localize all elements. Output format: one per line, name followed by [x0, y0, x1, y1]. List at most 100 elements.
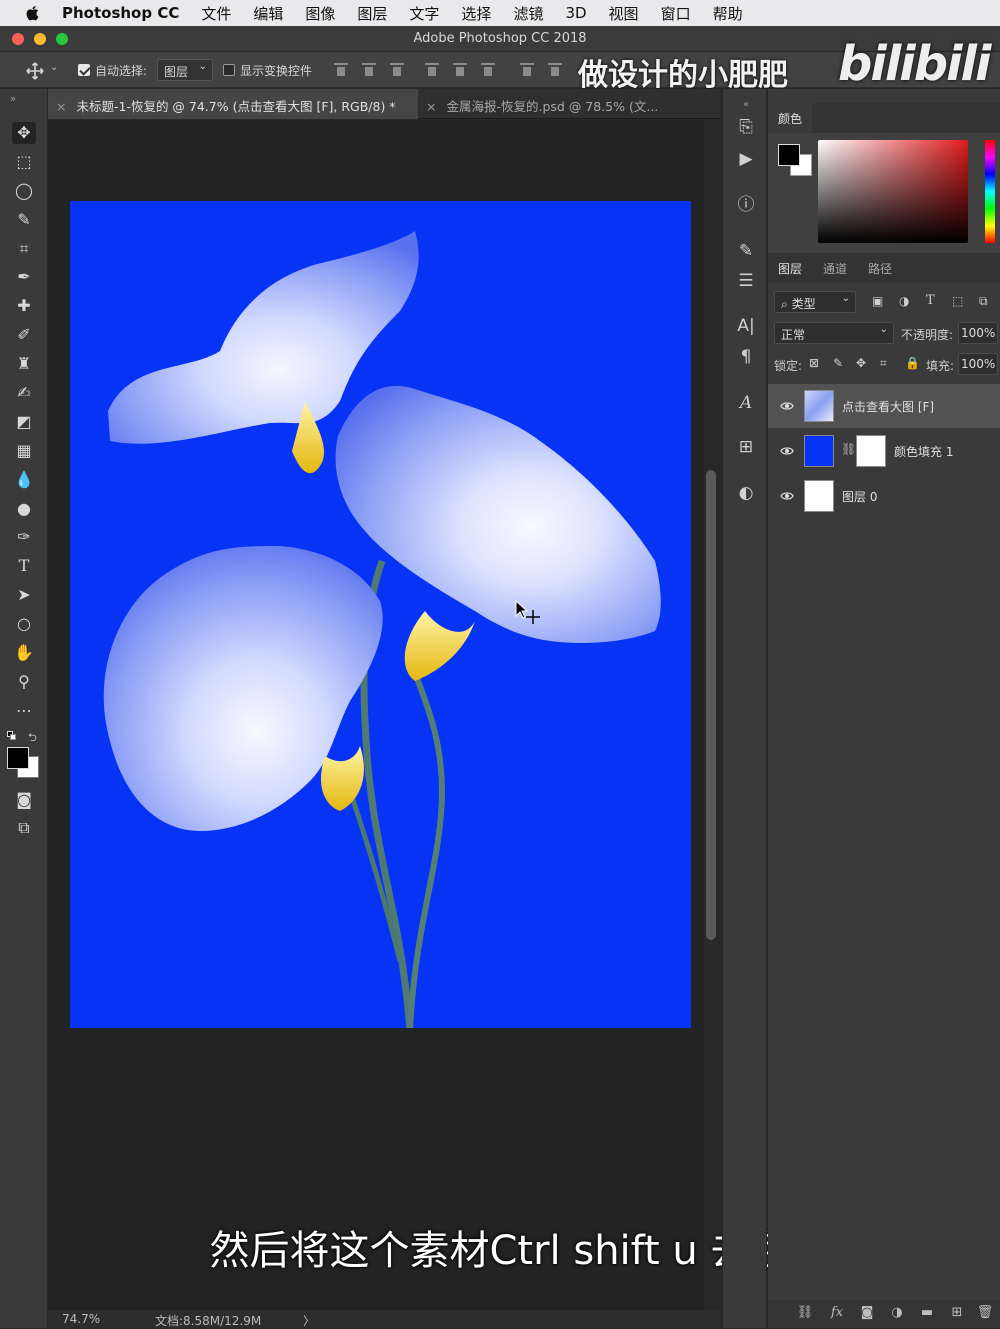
add-mask-icon[interactable]: ◙	[858, 1305, 876, 1323]
move-tool-preset-icon[interactable]	[26, 62, 44, 80]
type-tool-icon[interactable]: T	[12, 555, 36, 577]
pen-tool-icon[interactable]: ✑	[12, 526, 36, 548]
lasso-tool-icon[interactable]: ◯	[12, 180, 36, 202]
menu-layer[interactable]: 图层	[357, 3, 387, 24]
close-icon[interactable]: ×	[426, 99, 436, 114]
align-left-icon[interactable]	[425, 63, 439, 77]
distribute-top-icon[interactable]	[520, 63, 534, 77]
auto-select-dropdown[interactable]: 图层 ⌄	[157, 59, 213, 81]
glyphs-panel-icon[interactable]: A	[733, 391, 759, 415]
collapse-arrows-icon[interactable]: »	[6, 93, 20, 104]
delete-layer-icon[interactable]: 🗑	[976, 1305, 994, 1323]
distribute-center-icon[interactable]	[548, 63, 562, 77]
apple-logo-icon[interactable]	[24, 4, 42, 22]
tab-document-metal-poster[interactable]: × 金属海报-恢复的.psd @ 78.5% (文...	[418, 89, 720, 119]
quick-selection-tool-icon[interactable]: ✎	[12, 209, 36, 231]
canvas[interactable]	[70, 201, 691, 1028]
lock-image-icon[interactable]: ✎	[833, 356, 843, 370]
filter-shape-icon[interactable]: ⬚	[952, 294, 963, 308]
show-transform-checkbox[interactable]	[223, 64, 235, 76]
zoom-level[interactable]: 74.7%	[62, 1312, 100, 1326]
eraser-tool-icon[interactable]: ◩	[12, 411, 36, 433]
screen-mode-icon[interactable]: ⧉	[12, 817, 36, 839]
dodge-tool-icon[interactable]: ●	[12, 498, 36, 520]
blur-tool-icon[interactable]: 💧	[12, 469, 36, 491]
layer-row-layer-0[interactable]: 图层 0	[768, 474, 1000, 518]
align-horizontal-center-icon[interactable]	[453, 63, 467, 77]
filter-adjustment-icon[interactable]: ◑	[899, 294, 909, 308]
paragraph-panel-icon[interactable]: ¶	[733, 345, 759, 369]
info-panel-icon[interactable]: ⓘ	[733, 193, 759, 217]
lock-transparent-icon[interactable]: ⊠	[809, 356, 819, 370]
align-bottom-icon[interactable]	[390, 63, 404, 77]
status-menu-arrow[interactable]: 〉	[303, 1312, 315, 1329]
fill-color-thumbnail[interactable]	[804, 435, 834, 467]
visibility-eye-icon[interactable]	[780, 399, 794, 413]
brush-settings-panel-icon[interactable]: ✎	[733, 239, 759, 263]
link-layers-icon[interactable]: ⛓	[796, 1305, 814, 1323]
tab-paths[interactable]: 路径	[868, 260, 892, 277]
blend-mode-dropdown[interactable]: 正常 ⌄	[774, 322, 894, 344]
lock-all-icon[interactable]: 🔒	[905, 356, 920, 370]
character-panel-icon[interactable]: A|	[733, 314, 759, 338]
menu-type[interactable]: 文字	[409, 3, 439, 24]
marquee-tool-icon[interactable]: ⬚	[12, 151, 36, 173]
3d-panel-icon[interactable]: ⊞	[733, 435, 759, 459]
close-icon[interactable]: ×	[56, 99, 66, 114]
crop-tool-icon[interactable]: ⌗	[12, 238, 36, 260]
fill-field[interactable]: 100%	[958, 353, 998, 375]
foreground-color-swatch[interactable]	[7, 747, 29, 769]
layer-mask-thumbnail[interactable]	[856, 435, 886, 467]
align-right-icon[interactable]	[481, 63, 495, 77]
healing-brush-tool-icon[interactable]: ✚	[12, 295, 36, 317]
lock-position-icon[interactable]: ✥	[856, 356, 866, 370]
new-adjustment-layer-icon[interactable]: ◑	[888, 1305, 906, 1323]
chevron-down-icon[interactable]: ⌄	[50, 62, 58, 73]
path-selection-tool-icon[interactable]: ➤	[12, 584, 36, 606]
visibility-eye-icon[interactable]	[780, 444, 794, 458]
properties-panel-icon[interactable]: ◐	[733, 481, 759, 505]
filter-pixel-icon[interactable]: ▣	[872, 294, 883, 308]
clone-stamp-tool-icon[interactable]: ♜	[12, 353, 36, 375]
tab-document-untitled[interactable]: × 未标题-1-恢复的 @ 74.7% (点击查看大图 [F], RGB/8) *	[48, 89, 418, 119]
filter-smart-object-icon[interactable]: ⧉	[979, 294, 988, 309]
opacity-field[interactable]: 100%	[958, 322, 998, 344]
ellipse-tool-icon[interactable]: ○	[12, 613, 36, 635]
eyedropper-tool-icon[interactable]: ✒	[12, 266, 36, 288]
hue-slider[interactable]	[985, 140, 995, 243]
auto-select-checkbox[interactable]	[78, 64, 90, 76]
gradient-tool-icon[interactable]: ▦	[12, 440, 36, 462]
link-icon[interactable]: ⛓	[841, 442, 856, 456]
filter-type-icon[interactable]: T	[926, 293, 935, 308]
default-colors-icon[interactable]	[7, 731, 17, 741]
history-panel-icon[interactable]: ⎘	[733, 115, 759, 139]
lock-artboard-icon[interactable]: ⌗	[880, 356, 887, 371]
color-picker-field[interactable]	[818, 140, 968, 243]
layer-filter-dropdown[interactable]: ⌕ 类型 ⌄	[774, 291, 856, 313]
adjustments-panel-icon[interactable]: ☰	[733, 269, 759, 293]
layer-style-fx-icon[interactable]: fx	[828, 1305, 846, 1323]
quick-mask-icon[interactable]: ◙	[12, 789, 36, 811]
new-layer-icon[interactable]: ⊞	[948, 1305, 966, 1323]
align-vertical-center-icon[interactable]	[362, 63, 376, 77]
menu-window[interactable]: 窗口	[661, 3, 691, 24]
menu-select[interactable]: 选择	[461, 3, 491, 24]
align-top-icon[interactable]	[334, 63, 348, 77]
brush-tool-icon[interactable]: ✐	[12, 324, 36, 346]
menu-file[interactable]: 文件	[201, 3, 231, 24]
menu-image[interactable]: 图像	[305, 3, 335, 24]
layer-row-color-fill[interactable]: ⛓ 颜色填充 1	[768, 429, 1000, 473]
actions-panel-icon[interactable]: ▶	[733, 147, 759, 171]
more-tools-icon[interactable]: ⋯	[12, 700, 36, 722]
menu-help[interactable]: 帮助	[713, 3, 743, 24]
move-tool-icon[interactable]: ✥	[12, 122, 36, 144]
tab-channels[interactable]: 通道	[823, 260, 847, 277]
vertical-scrollbar[interactable]	[706, 470, 716, 940]
collapse-arrows-icon[interactable]: «	[733, 93, 759, 117]
menu-3d[interactable]: 3D	[565, 4, 586, 22]
swap-colors-icon[interactable]: ⮌	[28, 729, 37, 748]
menu-edit[interactable]: 编辑	[253, 3, 283, 24]
app-menu-photoshop[interactable]: Photoshop CC	[62, 4, 179, 22]
visibility-eye-icon[interactable]	[780, 489, 794, 503]
tab-layers[interactable]: 图层	[778, 260, 802, 277]
